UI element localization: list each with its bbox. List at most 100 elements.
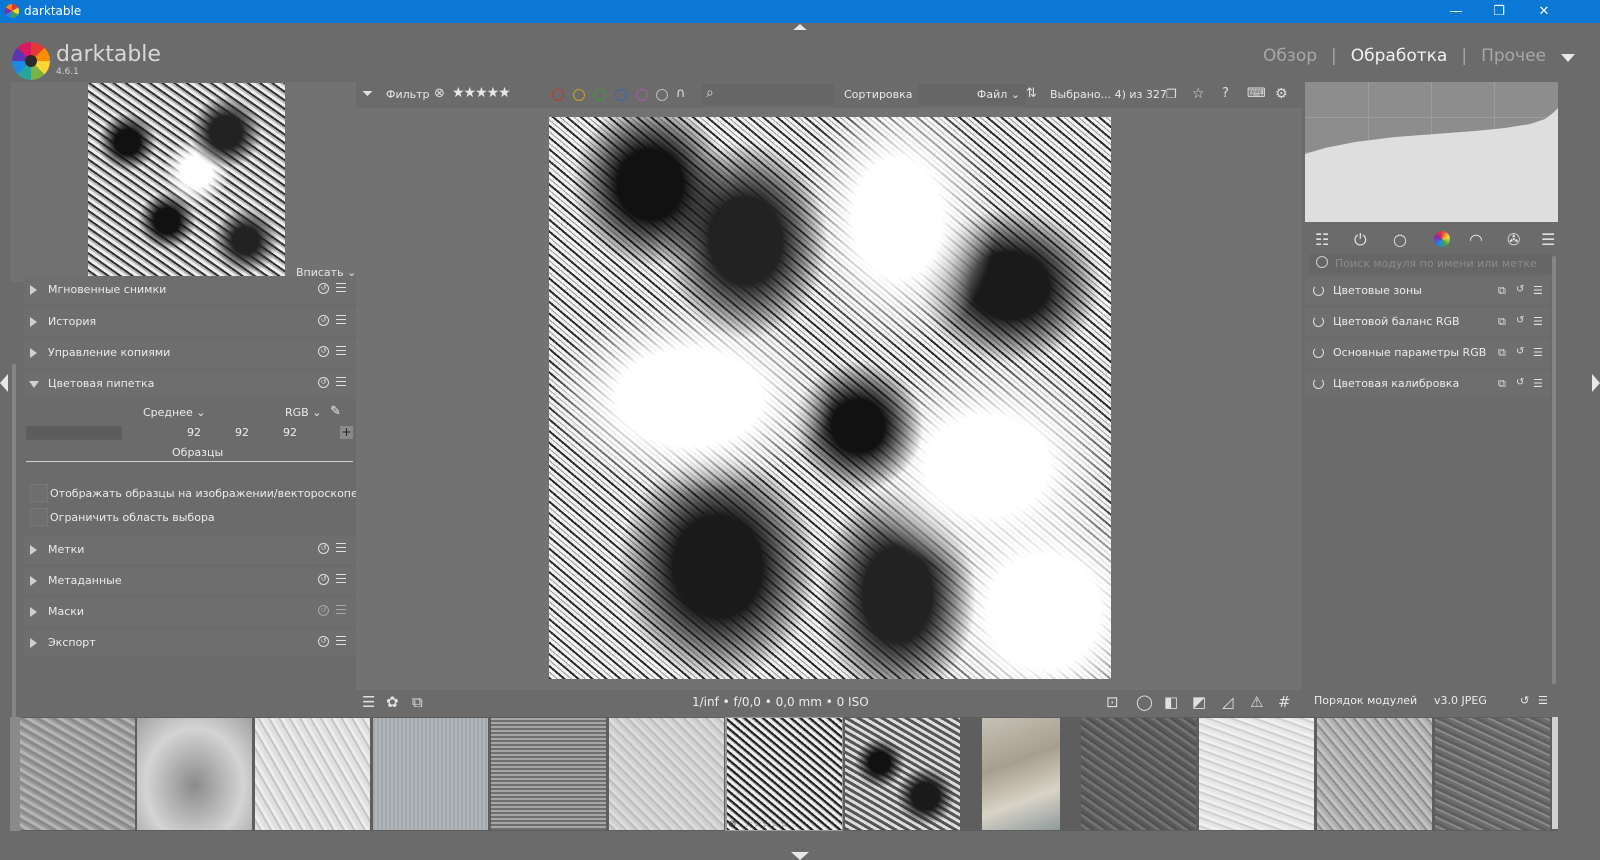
raw-overexposed-icon[interactable]: ◧ <box>1164 693 1178 711</box>
rating-stars[interactable]: ☆☆☆☆☆ <box>744 819 789 830</box>
main-image[interactable] <box>549 117 1111 679</box>
add-sample-button[interactable]: + <box>340 426 353 439</box>
base-group-icon[interactable]: ○ <box>1393 231 1407 249</box>
styles-icon[interactable]: ✿ <box>386 693 399 711</box>
collapse-right-arrow-icon[interactable] <box>1592 374 1600 392</box>
reset-icon[interactable]: ↺ <box>1516 284 1526 295</box>
maximize-button[interactable]: ❐ <box>1476 0 1522 23</box>
filmstrip-thumbnail[interactable] <box>20 718 135 830</box>
presets-icon[interactable]: ☰ <box>1538 694 1548 707</box>
view-lighttable[interactable]: Обзор <box>1263 46 1317 66</box>
presets-icon[interactable]: ☰ <box>1533 346 1543 359</box>
module-masks[interactable]: Маски ↺ <box>24 598 363 626</box>
module-metadata[interactable]: Метаданные ↺ <box>24 567 363 595</box>
presets-icon[interactable]: ☰ <box>1533 284 1543 297</box>
reset-icon[interactable]: ↺ <box>318 543 329 554</box>
presets-icon[interactable] <box>336 315 346 326</box>
power-icon[interactable] <box>1313 285 1324 296</box>
collapse-bottom-arrow-icon[interactable] <box>791 852 809 860</box>
view-other[interactable]: Прочее <box>1481 46 1546 66</box>
module-color-picker[interactable]: Цветовая пипетка ↺ <box>24 370 363 398</box>
reset-icon[interactable]: ↺ <box>1520 694 1529 707</box>
filmstrip-thumbnail[interactable] <box>609 718 724 830</box>
presets-icon[interactable] <box>336 574 346 585</box>
collapse-left-arrow-icon[interactable] <box>0 374 8 392</box>
filmstrip-thumbnail[interactable] <box>982 718 1060 830</box>
reset-icon[interactable]: ↺ <box>318 574 329 585</box>
filmstrip-thumbnail[interactable] <box>1081 718 1196 830</box>
correct-group-icon[interactable]: ◠ <box>1469 231 1483 249</box>
reset-icon[interactable]: ↺ <box>318 377 329 388</box>
view-darkroom[interactable]: Обработка <box>1351 46 1448 66</box>
presets-icon[interactable]: ☰ <box>1541 231 1555 249</box>
grouping-icon[interactable]: ❐ <box>1166 86 1177 102</box>
reject-icon[interactable]: ⊗ <box>728 819 736 830</box>
filmstrip-thumbnail[interactable] <box>1435 718 1550 830</box>
green-label-icon[interactable] <box>594 89 606 101</box>
search-input[interactable]: ⌕ <box>702 84 834 105</box>
gamut-check-icon[interactable]: ⚠ <box>1250 693 1263 711</box>
presets-icon[interactable] <box>336 636 346 647</box>
sort-select[interactable]: Файл ⌄ <box>918 84 1026 105</box>
quick-access-icon[interactable]: ☰ <box>362 693 375 711</box>
statistic-select[interactable]: Среднее ⌄ <box>143 406 205 419</box>
filmstrip-thumbnail[interactable] <box>1199 718 1314 830</box>
multi-instance-icon[interactable]: ⧉ <box>1498 315 1508 328</box>
module-color-calibration[interactable]: Цветовая калибровка ⧉ ↺ ☰ <box>1305 370 1550 398</box>
filmstrip-thumbnail[interactable] <box>373 718 488 830</box>
quick-access-panel-icon[interactable]: ☷ <box>1315 231 1329 249</box>
module-search-input[interactable]: Поиск модуля по имени или метке <box>1309 254 1554 274</box>
minimize-button[interactable]: — <box>1433 0 1479 23</box>
effect-group-icon[interactable]: ✇ <box>1507 231 1520 249</box>
reset-icon[interactable]: ↺ <box>318 315 329 326</box>
color-assessment-icon[interactable]: ◯ <box>1136 693 1153 711</box>
red-label-icon[interactable] <box>552 89 564 101</box>
module-history[interactable]: История ↺ <box>24 308 363 336</box>
power-icon[interactable] <box>1313 316 1324 327</box>
module-export[interactable]: Экспорт ↺ <box>24 629 363 657</box>
presets-icon[interactable]: ☰ <box>1533 315 1543 328</box>
module-duplicate-manager[interactable]: Управление копиями ↺ <box>24 339 363 367</box>
restrict-selection-checkbox[interactable] <box>30 508 48 526</box>
filmstrip-scrollbar[interactable] <box>1552 717 1558 829</box>
active-modules-icon[interactable]: ⏻ <box>1354 231 1367 249</box>
filmstrip-thumbnail[interactable] <box>1317 718 1432 830</box>
reset-icon[interactable]: ↺ <box>1516 315 1526 326</box>
left-scrollbar[interactable] <box>12 364 16 774</box>
reset-icon[interactable]: ↺ <box>1516 346 1526 357</box>
presets-icon[interactable] <box>336 377 346 388</box>
module-tagging[interactable]: Метки ↺ <box>24 536 363 564</box>
navigation-thumbnail[interactable] <box>88 83 285 280</box>
second-window-icon[interactable]: ⧉ <box>412 693 423 711</box>
purple-label-icon[interactable] <box>636 89 648 101</box>
sort-order-icon[interactable]: ⇅ <box>1026 86 1037 102</box>
colorspace-select[interactable]: RGB ⌄ <box>285 406 321 419</box>
presets-icon[interactable] <box>336 543 346 554</box>
funnel-icon[interactable]: ⏷ <box>362 86 373 102</box>
focus-peaking-icon[interactable]: ⊡ <box>1106 693 1119 711</box>
module-snapshots[interactable]: Мгновенные снимки ↺ <box>24 276 363 304</box>
views-dropdown-icon[interactable] <box>1561 54 1575 62</box>
help-icon[interactable]: ? <box>1222 86 1229 102</box>
reject-icon[interactable]: ⊗ <box>434 86 445 102</box>
multi-instance-icon[interactable]: ⧉ <box>1498 346 1508 359</box>
module-rgb-primaries[interactable]: Основные параметры RGB ⧉ ↺ ☰ <box>1305 339 1550 367</box>
eyedropper-icon[interactable]: ✎ <box>330 404 341 419</box>
multi-instance-icon[interactable]: ⧉ <box>1498 284 1508 297</box>
star-icon[interactable]: ☆ <box>1192 86 1205 102</box>
filmstrip-thumbnail[interactable] <box>137 718 252 830</box>
module-order-value[interactable]: v3.0 JPEG <box>1434 694 1487 707</box>
reset-icon[interactable]: ↺ <box>318 346 329 357</box>
label-operator-icon[interactable]: ∩ <box>676 86 686 102</box>
power-icon[interactable] <box>1313 347 1324 358</box>
power-icon[interactable] <box>1313 378 1324 389</box>
keyboard-icon[interactable]: ⌨ <box>1247 86 1266 102</box>
reset-icon[interactable]: ↺ <box>1516 377 1526 388</box>
filmstrip-thumbnail[interactable] <box>845 718 960 830</box>
softproof-icon[interactable]: ◿ <box>1222 693 1234 711</box>
gear-icon[interactable]: ⚙ <box>1275 86 1288 102</box>
histogram[interactable] <box>1305 82 1558 222</box>
filmstrip-thumbnail-current[interactable] <box>727 718 842 830</box>
reset-icon[interactable]: ↺ <box>318 605 329 616</box>
color-group-icon[interactable] <box>1434 231 1450 247</box>
